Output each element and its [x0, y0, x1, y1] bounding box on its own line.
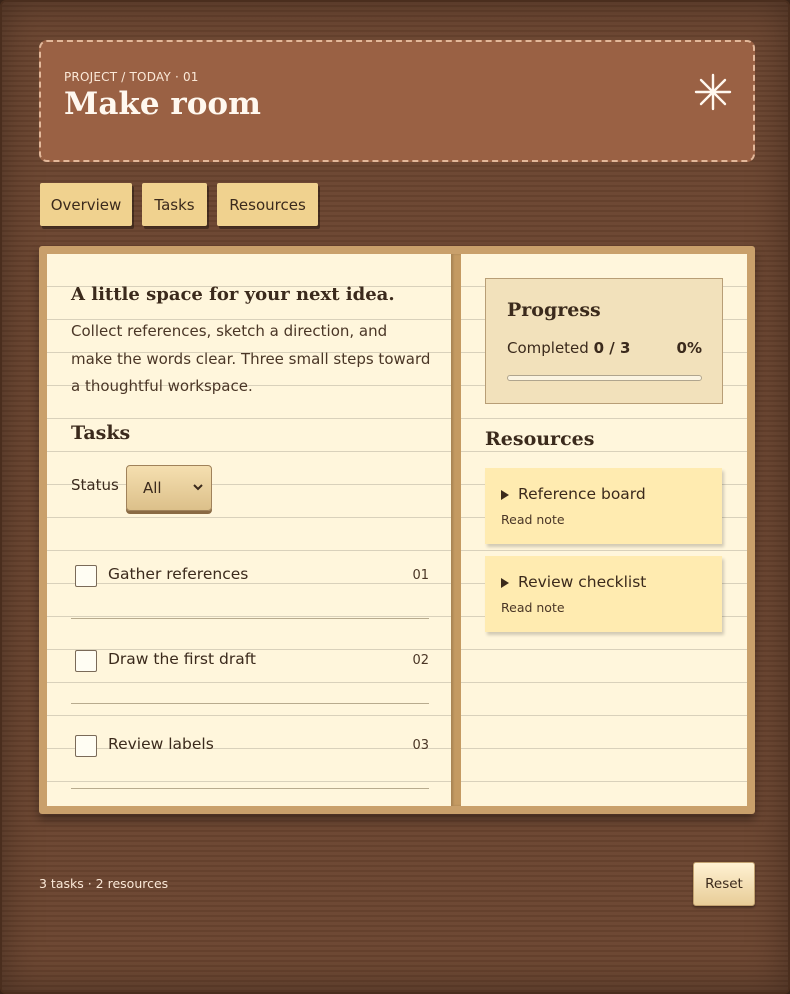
status-select[interactable]: All	[126, 465, 212, 511]
page-title: Make room	[64, 86, 261, 122]
notebook: A little space for your next idea. Colle…	[39, 246, 755, 814]
tab-resources[interactable]: Resources	[217, 183, 318, 226]
tab-overview[interactable]: Overview	[40, 183, 132, 226]
resource-note[interactable]: Review checklist Read note	[485, 556, 722, 632]
breadcrumb: PROJECT / TODAY · 01	[64, 70, 199, 84]
resource-title: Review checklist	[518, 573, 647, 591]
project-header: PROJECT / TODAY · 01 Make room	[39, 40, 755, 162]
completed-value: 0 / 3	[593, 339, 631, 357]
task-row: Gather references 01	[71, 557, 429, 619]
task-number: 03	[412, 738, 429, 753]
reset-button[interactable]: Reset	[693, 862, 755, 906]
tab-tasks[interactable]: Tasks	[142, 183, 207, 226]
resource-title: Reference board	[518, 485, 646, 503]
right-page: Progress Completed 0 / 3 0% Resources Re…	[461, 254, 747, 806]
task-row: Draw the first draft 02	[71, 642, 429, 704]
task-checkbox[interactable]	[75, 650, 97, 672]
status-filter-label: Status	[71, 476, 119, 494]
intro-body: Collect references, sketch a direction, …	[71, 322, 431, 395]
disclosure-triangle-icon	[501, 490, 509, 500]
tasks-heading: Tasks	[71, 422, 131, 444]
task-label: Review labels	[108, 735, 214, 753]
footer-summary: 3 tasks · 2 resources	[39, 876, 169, 891]
task-row: Review labels 03	[71, 727, 429, 789]
task-checkbox[interactable]	[75, 565, 97, 587]
status-select-value: All	[143, 479, 162, 497]
progress-bar	[507, 375, 702, 381]
resources-heading: Resources	[485, 428, 595, 450]
read-note-link[interactable]: Read note	[501, 600, 565, 615]
task-label: Draw the first draft	[108, 650, 256, 668]
notebook-spine	[451, 254, 461, 806]
intro-heading: A little space for your next idea.	[71, 284, 395, 305]
task-number: 01	[412, 568, 429, 583]
sparkle-icon	[694, 73, 732, 111]
resource-note[interactable]: Reference board Read note	[485, 468, 722, 544]
read-note-link[interactable]: Read note	[501, 512, 565, 527]
progress-heading: Progress	[507, 299, 601, 321]
task-number: 02	[412, 653, 429, 668]
chevron-down-icon	[193, 484, 203, 491]
disclosure-triangle-icon	[501, 578, 509, 588]
left-page: A little space for your next idea. Colle…	[47, 254, 451, 806]
app-frame: PROJECT / TODAY · 01 Make room Overview …	[0, 0, 790, 994]
task-label: Gather references	[108, 565, 249, 583]
progress-card: Progress Completed 0 / 3 0%	[485, 278, 723, 404]
progress-percent: 0%	[676, 339, 702, 357]
completed-text: Completed 0 / 3	[507, 339, 630, 357]
task-checkbox[interactable]	[75, 735, 97, 757]
completed-label: Completed	[507, 339, 589, 357]
